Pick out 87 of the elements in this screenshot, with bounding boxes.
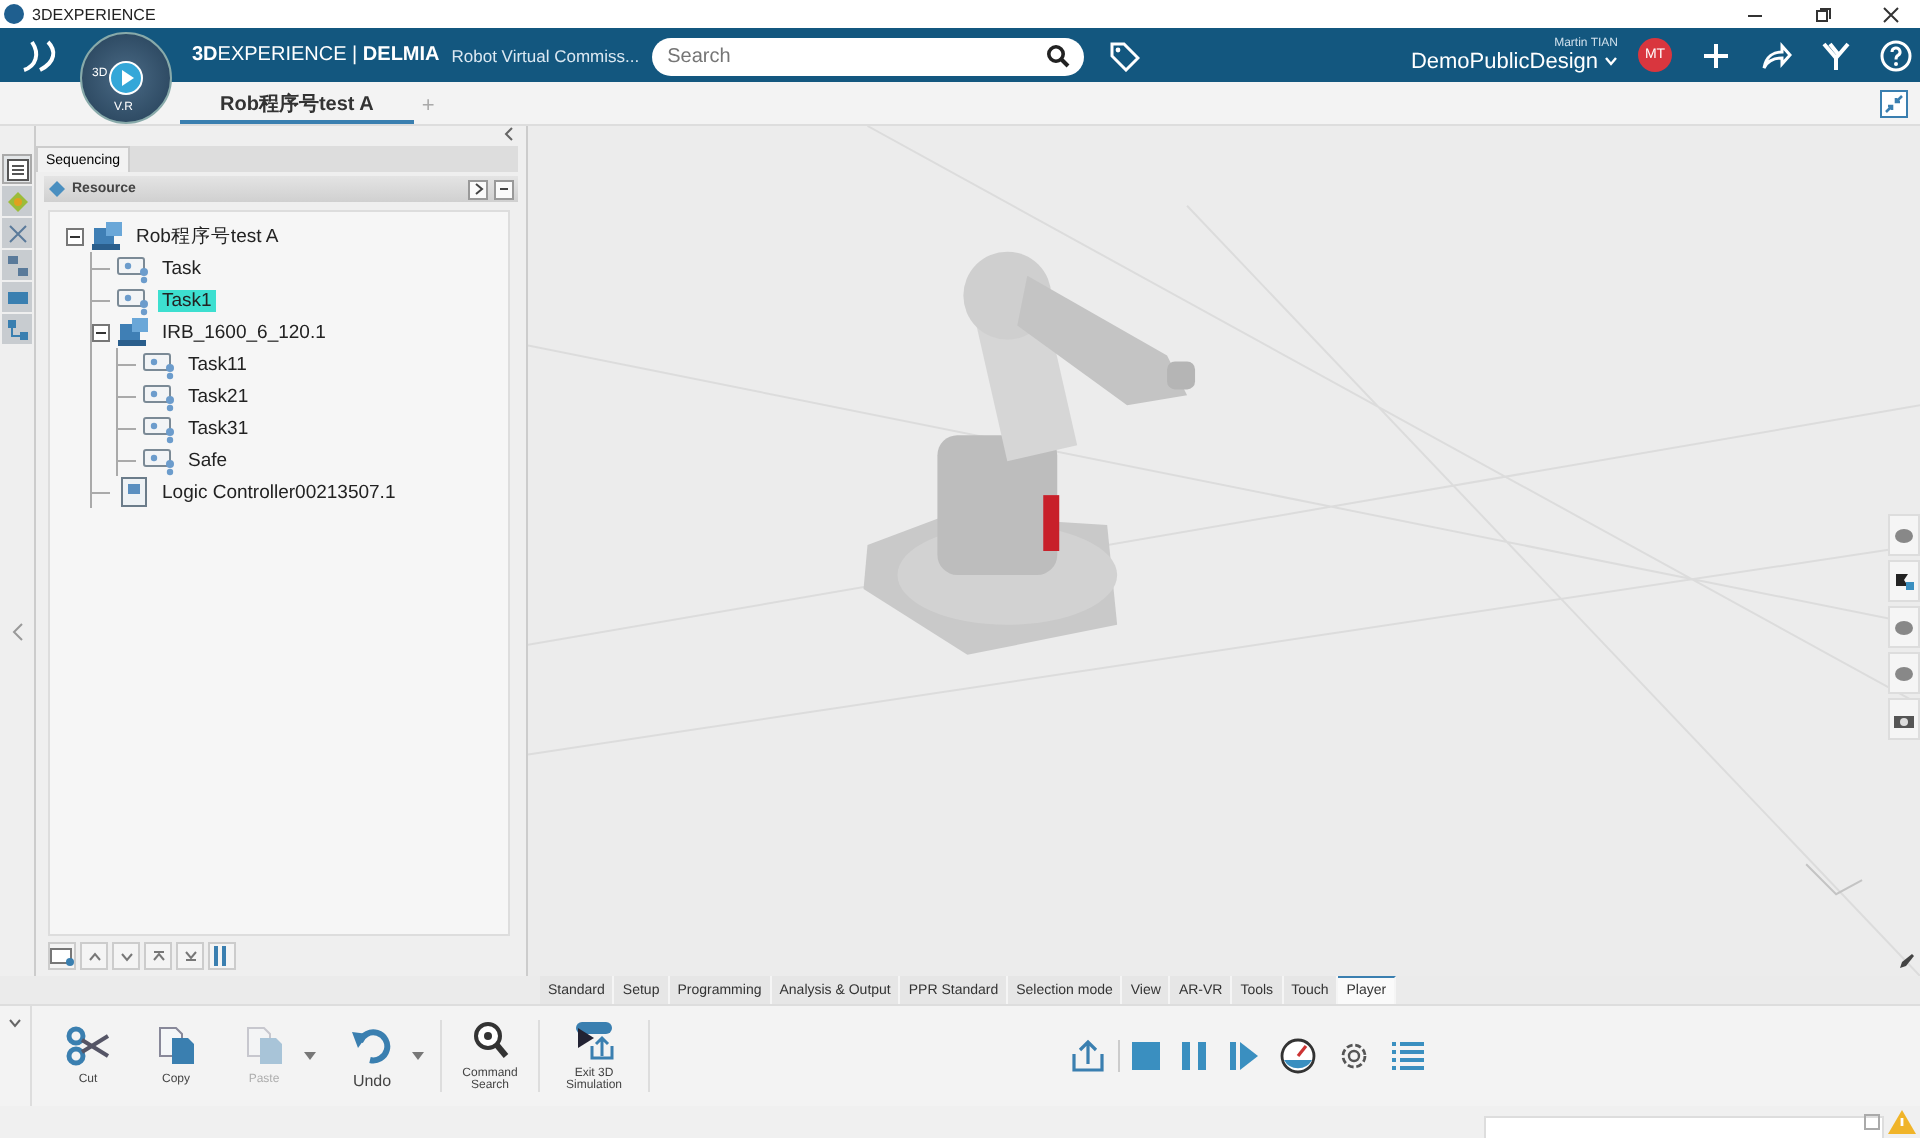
move-top-icon	[151, 950, 165, 962]
collapse-toggle[interactable]	[92, 323, 110, 341]
app-name: Robot Virtual Commiss...	[451, 45, 640, 65]
chevron-right-icon	[473, 182, 483, 196]
search-icon[interactable]	[1045, 44, 1070, 68]
task-icon	[142, 348, 178, 380]
move-down-button[interactable]	[112, 942, 140, 970]
expand-panel-icon[interactable]	[11, 621, 23, 641]
task-icon	[116, 284, 152, 316]
pause-icon[interactable]	[1180, 1042, 1208, 1070]
network-icon[interactable]	[2, 218, 32, 248]
command-field[interactable]	[1484, 1115, 1884, 1138]
plus-icon[interactable]	[1700, 39, 1732, 71]
task-icon	[142, 444, 178, 476]
camera-button[interactable]	[1888, 698, 1920, 740]
tree-item[interactable]: Safe	[184, 449, 232, 471]
restore-icon	[1813, 5, 1831, 23]
dropdown-icon[interactable]	[412, 1052, 424, 1060]
share-icon[interactable]	[1760, 39, 1792, 71]
chat-icon	[1894, 665, 1914, 681]
chevron-down-icon	[119, 951, 133, 961]
export-icon[interactable]	[1070, 1038, 1106, 1074]
move-bottom-button[interactable]	[176, 942, 204, 970]
gauge-icon[interactable]	[1280, 1038, 1316, 1074]
collapse-toggle[interactable]	[66, 227, 84, 245]
move-up-button[interactable]	[80, 942, 108, 970]
move-top-button[interactable]	[144, 942, 172, 970]
copy-icon	[154, 1026, 198, 1066]
chat-button[interactable]	[1888, 652, 1920, 694]
camera-icon	[1894, 711, 1914, 727]
brand-title: 3DEXPERIENCE | DELMIA	[192, 44, 440, 66]
minus-icon	[498, 182, 510, 196]
minimize-button[interactable]	[494, 179, 514, 199]
tree-item[interactable]: Rob程序号test A	[132, 223, 283, 249]
tree-item[interactable]: Task1	[158, 289, 216, 311]
copy-icon	[242, 1026, 286, 1066]
tree-item[interactable]: Task11	[184, 353, 251, 375]
connection-icon[interactable]	[2, 314, 32, 344]
robot-icon	[116, 316, 152, 348]
hierarchy-icon[interactable]	[2, 250, 32, 280]
add-item-icon	[50, 947, 74, 965]
collapse-icon[interactable]	[1880, 90, 1908, 118]
move-bottom-icon	[183, 950, 197, 962]
dropdown-icon[interactable]	[8, 1018, 22, 1028]
close-icon	[1881, 5, 1899, 23]
task-icon	[116, 252, 152, 284]
undo-icon	[350, 1023, 394, 1063]
task-icon	[142, 380, 178, 412]
robot-icon	[90, 220, 126, 252]
window-title: 3DEXPERIENCE	[32, 5, 156, 23]
tree-item[interactable]: Task31	[184, 417, 253, 439]
toolbar-button[interactable]: Undo	[332, 1023, 412, 1089]
tree-item[interactable]: IRB_1600_6_120.1	[158, 321, 330, 343]
expand-button[interactable]	[468, 179, 488, 199]
chat-icon	[1894, 619, 1914, 635]
chevron-up-icon	[87, 951, 101, 961]
tree-item[interactable]: Task	[158, 257, 206, 279]
help-icon[interactable]	[1880, 39, 1912, 71]
task-icon	[142, 412, 178, 444]
tree-item[interactable]: Logic Controller00213507.1	[158, 481, 400, 503]
tools-icon[interactable]	[1820, 39, 1852, 71]
tag-icon[interactable]	[1107, 39, 1140, 71]
pen-icon[interactable]	[1898, 952, 1916, 970]
tree-item[interactable]: Task21	[184, 385, 253, 407]
search-field[interactable]: Search	[651, 38, 1084, 76]
scissors-icon	[66, 1026, 110, 1066]
play-icon	[108, 60, 144, 96]
space-selector[interactable]: DemoPublicDesign	[1410, 49, 1598, 73]
flag-button[interactable]	[1888, 560, 1920, 602]
controller-icon	[116, 476, 152, 508]
settings-icon[interactable]	[1336, 1038, 1372, 1074]
exit-simulation-icon	[572, 1020, 616, 1060]
panel-toggle-icon[interactable]	[2, 154, 32, 184]
collapse-panel-icon[interactable]	[502, 126, 514, 142]
resource-icon	[48, 180, 66, 198]
columns-icon	[214, 946, 230, 966]
flag-icon	[1894, 572, 1914, 590]
chat-icon	[1894, 527, 1914, 543]
add-item-button[interactable]	[48, 942, 76, 970]
magnifier-icon	[468, 1020, 512, 1060]
chevron-down-icon[interactable]	[1604, 56, 1618, 66]
device-icon[interactable]	[2, 282, 32, 312]
step-forward-icon[interactable]	[1228, 1042, 1260, 1070]
dropdown-icon[interactable]	[304, 1052, 316, 1060]
list-icon[interactable]	[1392, 1040, 1424, 1072]
app-icon	[4, 4, 24, 24]
list-view-button[interactable]	[208, 942, 236, 970]
